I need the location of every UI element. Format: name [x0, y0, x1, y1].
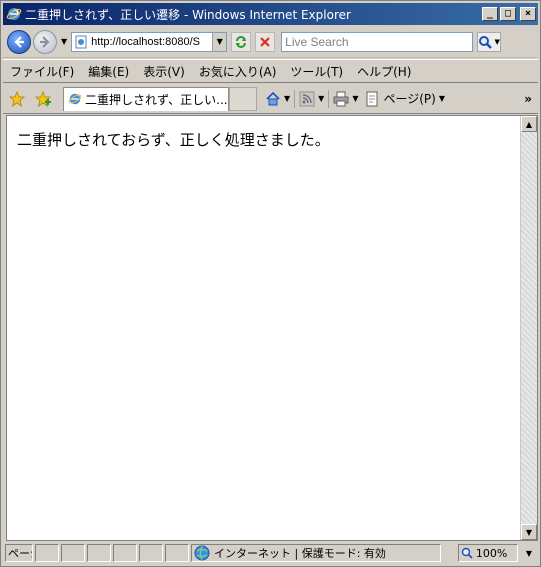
tab-label: 二重押しされず、正しい... — [85, 92, 228, 107]
forward-button[interactable] — [33, 29, 57, 54]
status-text: ページ — [5, 544, 33, 562]
maximize-button[interactable]: □ — [500, 7, 516, 21]
rss-feed-icon[interactable] — [299, 91, 315, 107]
result-message: 二重押しされておらず、正しく処理さました。 — [17, 131, 330, 149]
forward-arrow-icon — [40, 35, 50, 48]
title-bar: 二重押しされず、正しい遷移 - Windows Internet Explore… — [3, 3, 538, 25]
refresh-icon — [236, 35, 247, 48]
command-buttons: ▼ ▼ ▼ ページ(P) ▼ — [265, 89, 445, 108]
search-icon — [479, 35, 493, 49]
globe-icon — [194, 545, 210, 561]
home-icon[interactable] — [265, 91, 281, 107]
navigation-bar: ▼ http://localhost:8080/S ▼ Live Search — [3, 26, 538, 58]
separator — [294, 89, 296, 108]
ie-logo-icon — [6, 8, 22, 20]
window-title: 二重押しされず、正しい遷移 - Windows Internet Explore… — [25, 7, 351, 22]
ie-logo-icon — [68, 93, 82, 105]
address-field[interactable]: http://localhost:8080/S ▼ — [71, 31, 228, 52]
menu-tools[interactable]: ツール(T) — [283, 63, 350, 80]
separator — [328, 89, 330, 108]
status-pane — [165, 544, 189, 562]
refresh-button[interactable] — [231, 31, 252, 52]
address-url[interactable]: http://localhost:8080/S — [91, 36, 212, 48]
page-content: 二重押しされておらず、正しく処理さました。 ▲ ▼ — [6, 115, 538, 541]
zoom-control[interactable]: 100% ▼ — [456, 544, 538, 562]
page-menu-icon[interactable] — [364, 91, 380, 107]
menu-edit[interactable]: 編集(E) — [81, 63, 136, 80]
home-dropdown[interactable]: ▼ — [284, 94, 290, 103]
status-pane — [139, 544, 163, 562]
search-input[interactable]: Live Search — [281, 31, 474, 52]
vertical-scrollbar[interactable]: ▲ ▼ — [520, 116, 537, 540]
status-pane — [61, 544, 85, 562]
ie-window: 二重押しされず、正しい遷移 - Windows Internet Explore… — [0, 0, 541, 567]
page-icon — [75, 35, 87, 48]
address-dropdown[interactable]: ▼ — [212, 32, 227, 51]
page-menu-label[interactable]: ページ(P) — [383, 90, 435, 107]
zoom-icon — [461, 547, 473, 559]
back-arrow-icon — [14, 35, 24, 48]
menu-help[interactable]: ヘルプ(H) — [350, 63, 418, 80]
tab-active[interactable]: 二重押しされず、正しい... — [63, 86, 229, 111]
command-bar: 二重押しされず、正しい... ▼ ▼ ▼ ページ(P) ▼ » — [3, 84, 538, 114]
scroll-down-button[interactable]: ▼ — [521, 524, 537, 540]
zoom-value: 100% — [475, 546, 508, 560]
favorites-star-icon[interactable] — [9, 90, 25, 107]
feed-dropdown[interactable]: ▼ — [318, 94, 324, 103]
status-pane — [113, 544, 137, 562]
scroll-up-button[interactable]: ▲ — [521, 116, 537, 132]
history-dropdown[interactable]: ▼ — [61, 37, 67, 46]
menu-bar: ファイル(F) 編集(E) 表示(V) お気に入り(A) ツール(T) ヘルプ(… — [3, 59, 538, 83]
menu-view[interactable]: 表示(V) — [136, 63, 192, 80]
search-button[interactable]: ▼ — [477, 31, 502, 52]
print-dropdown[interactable]: ▼ — [352, 94, 358, 103]
add-favorites-icon[interactable] — [35, 90, 51, 107]
caption-buttons: _ □ × — [482, 7, 536, 21]
security-zone[interactable]: インターネット | 保護モード: 有効 — [191, 544, 441, 562]
zoom-dropdown[interactable]: ▼ — [526, 549, 532, 558]
zoom-pane[interactable]: 100% — [457, 544, 518, 562]
close-button[interactable]: × — [520, 7, 536, 21]
minimize-button[interactable]: _ — [482, 7, 498, 21]
status-bar: ページ インターネット | 保護モード: 有効 100% ▼ — [3, 542, 538, 564]
zone-label: インターネット | 保護モード: 有効 — [214, 547, 386, 560]
stop-button[interactable] — [255, 31, 276, 52]
menu-favorites[interactable]: お気に入り(A) — [192, 63, 284, 80]
status-pane — [35, 544, 59, 562]
menu-file[interactable]: ファイル(F) — [3, 63, 81, 80]
status-pane — [87, 544, 111, 562]
stop-icon — [260, 36, 270, 47]
new-tab-button[interactable] — [229, 86, 257, 111]
back-button[interactable] — [7, 29, 31, 54]
print-icon[interactable] — [333, 91, 349, 107]
page-dropdown[interactable]: ▼ — [439, 94, 445, 103]
overflow-chevron[interactable]: » — [524, 92, 532, 106]
